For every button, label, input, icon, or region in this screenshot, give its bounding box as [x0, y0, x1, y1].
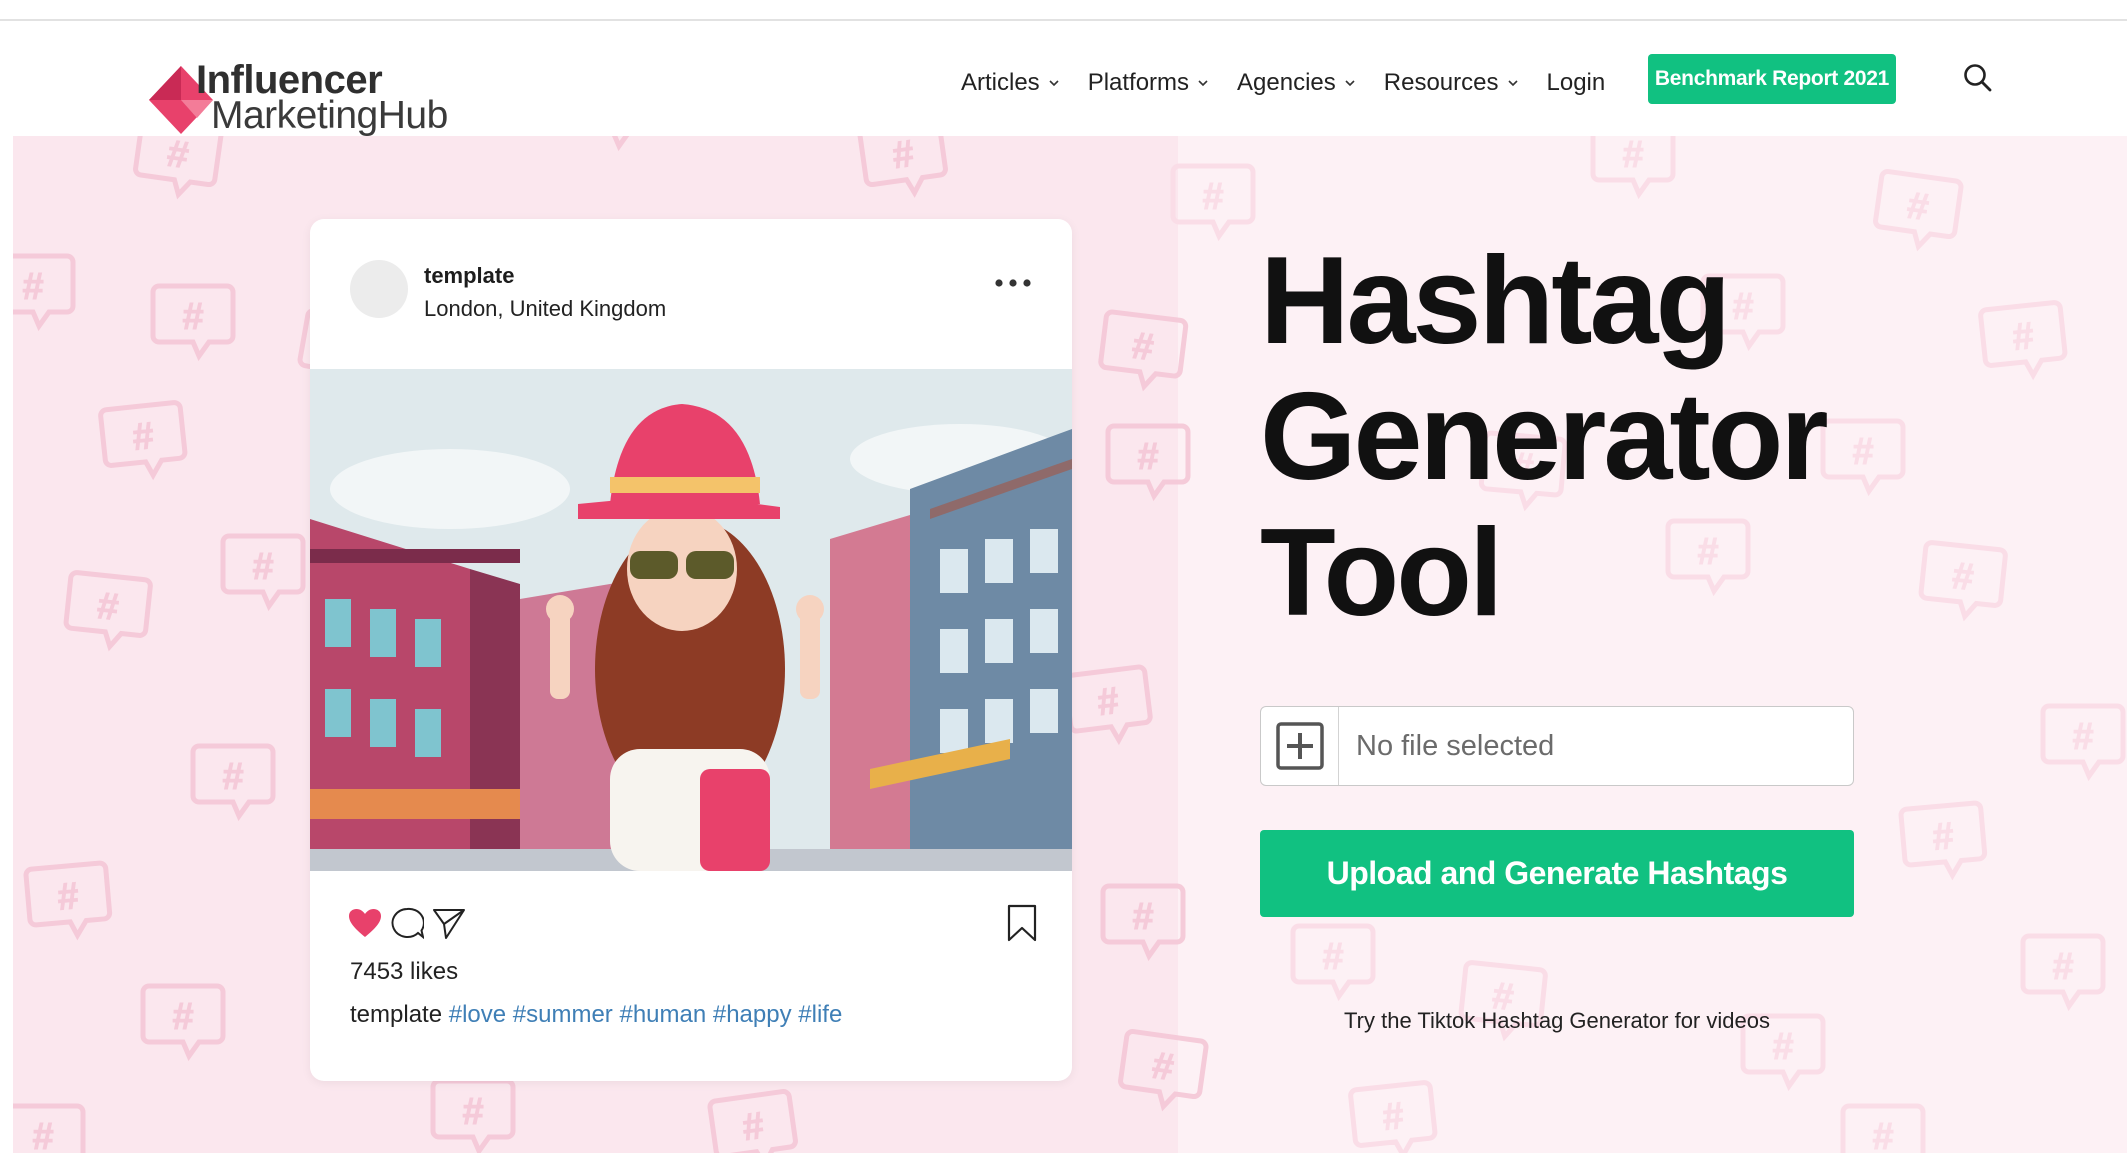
nav-item-articles[interactable]: Articles [961, 69, 1060, 97]
title-line: Hashtag [1260, 232, 1731, 370]
nav-item-platforms[interactable]: Platforms [1088, 69, 1209, 97]
title-line: Tool [1260, 504, 1503, 642]
post-username: template [424, 263, 515, 288]
chevron-down-icon [1049, 80, 1059, 87]
upload-generate-button[interactable]: Upload and Generate Hashtags [1260, 830, 1854, 917]
nav-item-label: Agencies [1237, 69, 1336, 96]
login-link[interactable]: Login [1547, 69, 1606, 97]
share-icon[interactable] [432, 908, 466, 940]
post-actions [348, 904, 1038, 944]
caption-username: template [350, 1001, 443, 1028]
main-nav: Articles Platforms Agencies Resources Lo… [961, 63, 1657, 103]
nav-item-agencies[interactable]: Agencies [1237, 69, 1356, 97]
add-file-button[interactable] [1261, 707, 1339, 785]
nav-item-label: Platforms [1087, 69, 1190, 96]
title-line: Generator [1260, 368, 1829, 506]
post-caption: template #love #summer #human #happy #li… [350, 1001, 842, 1029]
nav-item-label: Resources [1383, 69, 1499, 96]
logo-text-line2: MarketingHub [211, 94, 448, 137]
likes-count: 7453 likes [350, 958, 459, 985]
plus-square-icon [1275, 722, 1324, 770]
search-icon[interactable] [1959, 59, 1999, 99]
file-status-text: No file selected [1356, 729, 1555, 762]
chevron-down-icon [1507, 80, 1518, 87]
post-photo [310, 369, 1072, 871]
benchmark-report-button[interactable]: Benchmark Report 2021 [1648, 54, 1896, 104]
comment-icon[interactable] [390, 907, 424, 941]
page-title: Hashtag Generator Tool [1260, 233, 1880, 641]
more-options-icon[interactable] [993, 275, 1033, 291]
nav-item-resources[interactable]: Resources [1384, 69, 1519, 97]
sample-post-card: template London, United Kingdom 7453 lik… [310, 219, 1072, 1081]
heart-icon[interactable] [348, 908, 382, 938]
chevron-down-icon [1345, 80, 1355, 87]
hero-section: # [13, 136, 2127, 1153]
avatar [350, 260, 408, 318]
post-location: London, United Kingdom [424, 296, 667, 321]
site-header: Influencer MarketingHub Articles Platfor… [13, 21, 2127, 137]
nav-item-label: Articles [961, 69, 1040, 96]
file-upload-field[interactable]: No file selected [1260, 706, 1854, 786]
bookmark-icon[interactable] [1006, 904, 1038, 942]
caption-hashtags: #love #summer #human #happy #life [448, 1001, 843, 1028]
chevron-down-icon [1198, 80, 1208, 87]
brand-logo[interactable]: Influencer MarketingHub [137, 41, 497, 137]
tiktok-generator-link[interactable]: Try the Tiktok Hashtag Generator for vid… [1260, 1008, 1854, 1034]
